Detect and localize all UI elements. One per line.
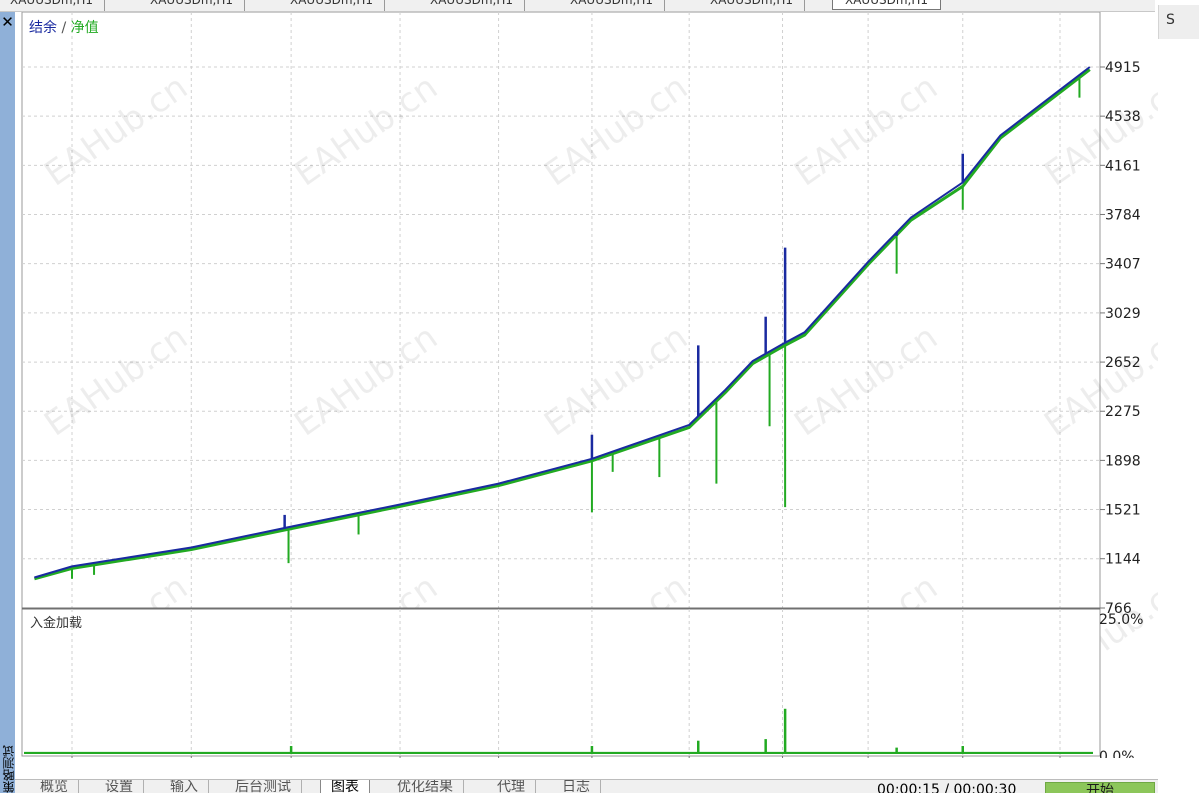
strategy-tester-label: 策略测试	[2, 745, 16, 793]
y-tick-label: 4915	[1105, 60, 1141, 76]
y-tick-label: 2652	[1105, 355, 1141, 371]
legend-balance: 结余	[29, 19, 57, 36]
tab-graph[interactable]: 图表	[320, 780, 370, 793]
y-tick-label: 2275	[1105, 404, 1141, 420]
tab-settings[interactable]: 设置	[95, 780, 144, 793]
legend-separator: /	[57, 20, 71, 36]
chart-tab[interactable]: XAUUSDm,H1	[570, 0, 666, 11]
y-tick-label: 4538	[1105, 109, 1141, 125]
chart-tab[interactable]: XAUUSDm,H1	[710, 0, 806, 11]
tester-bottom-bar: 概览 设置 输入 后台测试 图表 优化结果 代理 日志 00:00:15 / 0…	[15, 779, 1158, 793]
y-tick-label: 3029	[1105, 306, 1141, 322]
chart-tab[interactable]: XAUUSDm,H1	[290, 0, 386, 11]
legend: 结余 / 净值	[29, 19, 99, 36]
start-button[interactable]: 开始	[1045, 782, 1155, 793]
y-tick-label: 1144	[1105, 552, 1141, 568]
deposit-load-baseline	[24, 751, 1093, 754]
close-icon[interactable]: ✕	[0, 12, 15, 32]
y-tick-label: 3784	[1105, 207, 1141, 223]
chart-tab-active[interactable]: XAUUSDm,H1	[832, 0, 942, 10]
tab-overview[interactable]: 概览	[30, 780, 79, 793]
y-tick-label: 1898	[1105, 453, 1141, 469]
balance-equity-chart-svg: EAHub.cn EAHub.cn EAHub.cn EAHub.cn EAHub.cn…	[21, 11, 1195, 777]
y-tick-label: 4161	[1105, 158, 1141, 174]
tab-journal[interactable]: 日志	[552, 780, 601, 793]
tab-agents[interactable]: 代理	[487, 780, 536, 793]
y-tick-label: 1521	[1105, 503, 1141, 519]
sub-chart-title: 入金加载	[30, 615, 82, 631]
tester-side-panel	[0, 12, 15, 793]
y-tick-label: 3407	[1105, 257, 1141, 273]
sub-plot-frame	[21, 608, 1101, 757]
chart-tab[interactable]: XAUUSDm,H1	[150, 0, 246, 11]
right-panel-header[interactable]: S	[1158, 5, 1199, 39]
legend-equity: 净值	[71, 20, 99, 36]
tab-backtest[interactable]: 后台测试	[225, 780, 302, 793]
tab-optimization-results[interactable]: 优化结果	[387, 780, 464, 793]
right-panel	[1158, 0, 1199, 793]
sub-y-tick: 25.0%	[1099, 612, 1143, 628]
chart-tab[interactable]: XAUUSDm,H1	[430, 0, 526, 11]
chart-tab-strip: XAUUSDm,H1 XAUUSDm,H1 XAUUSDm,H1 XAUUSDm…	[0, 0, 1155, 12]
tab-inputs[interactable]: 输入	[160, 780, 209, 793]
sub-y-tick: 0.0%	[1099, 749, 1135, 758]
elapsed-timer: 00:00:15 / 00:00:30	[877, 782, 1017, 793]
backtest-chart: EAHub.cn EAHub.cn EAHub.cn EAHub.cn EAHub.cn…	[15, 11, 1195, 777]
chart-tab[interactable]: XAUUSDm,H1	[10, 0, 106, 11]
